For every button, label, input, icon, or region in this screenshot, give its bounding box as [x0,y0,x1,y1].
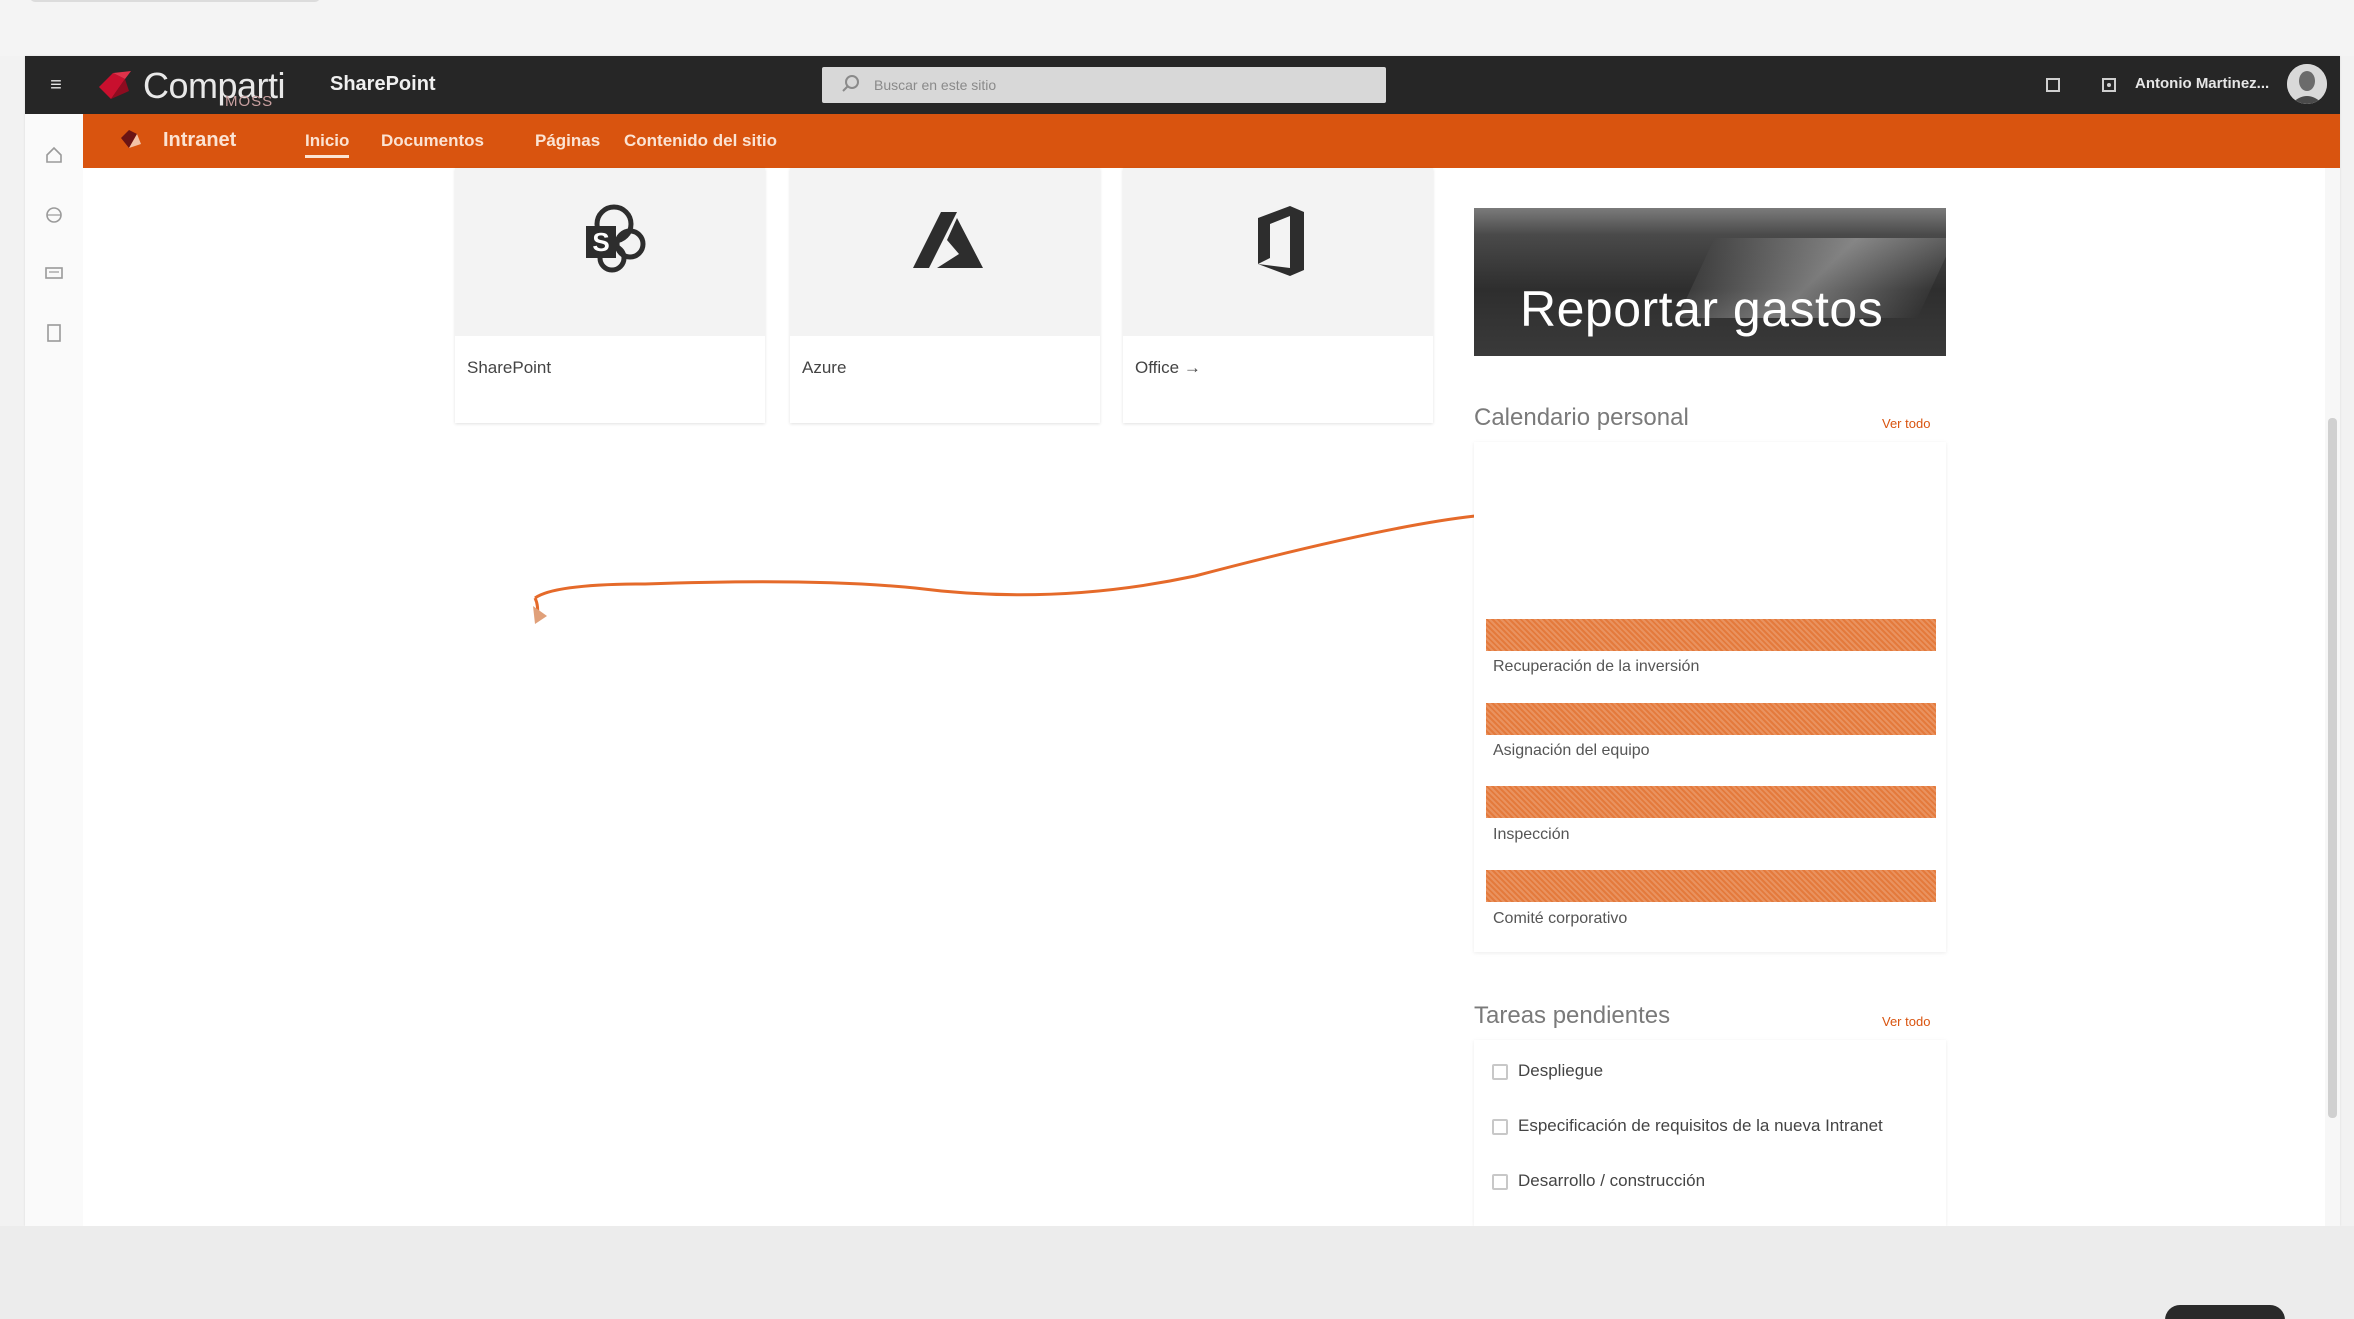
tasks-title: Tareas pendientes [1474,1002,1671,1029]
task-title[interactable]: Desarrollo / construcción [1518,1171,1705,1191]
hub-navigation-bar: Intranet Inicio Documentos Páginas Conte… [83,114,2340,168]
notifications-icon[interactable] [2042,74,2064,96]
browser-tab[interactable] [30,0,320,2]
app-tile-azure[interactable]: Azure [790,168,1100,423]
user-name[interactable]: Antonio Martinez... [2135,75,2269,92]
annotation-stroke [533,514,1513,657]
task-checkbox[interactable] [1492,1174,1508,1190]
event-title[interactable]: Comité corporativo [1493,910,1627,928]
calendar-title: Calendario personal [1474,404,1689,431]
task-title[interactable]: Despliegue [1518,1061,1603,1081]
app-tile-office[interactable]: Office → [1123,168,1433,423]
vertical-scrollbar[interactable] [2325,168,2340,1226]
left-app-bar [25,114,83,1226]
calendar-see-all-link[interactable]: Ver todo [1882,416,1930,431]
event-title[interactable]: Recuperación de la inversión [1493,658,1699,676]
task-title[interactable]: Especificación de requisitos de la nueva… [1518,1116,1883,1136]
cursor-icon [533,606,547,624]
event-title[interactable]: Inspección [1493,826,1570,844]
task-checkbox[interactable] [1492,1119,1508,1135]
globe-icon[interactable] [43,204,65,226]
office-icon [1258,206,1304,276]
report-expenses-banner[interactable]: Reportar gastos [1474,208,1946,356]
sharepoint-window: ≡ Comparti MOSS SharePoint Buscar en est… [25,56,2340,1226]
search-box[interactable]: Buscar en este sitio [822,67,1386,103]
scrollbar-thumb[interactable] [2328,418,2337,1118]
settings-icon[interactable] [2098,74,2120,96]
nav-link-inicio[interactable]: Inicio [305,131,350,158]
user-photo-icon [2287,64,2327,104]
app-tile-sharepoint[interactable]: S SharePoint [455,168,765,423]
hub-site-title[interactable]: Intranet [163,129,236,152]
tasks-see-all-link[interactable]: Ver todo [1882,1014,1930,1029]
event-title[interactable]: Asignación del equipo [1493,742,1650,760]
event-date-bar[interactable] [1486,870,1936,902]
banner-text: Reportar gastos [1520,281,1884,337]
home-icon[interactable] [43,144,65,166]
nav-link-paginas[interactable]: Páginas [535,131,600,151]
browser-top-strip [0,0,2354,56]
azure-icon [913,212,983,268]
files-icon[interactable] [43,322,65,344]
bottom-area [0,1226,2354,1319]
sharepoint-icon: S [586,204,646,273]
avatar[interactable] [2287,64,2327,104]
event-date-bar[interactable] [1486,786,1936,818]
taskbar-button[interactable] [2165,1305,2285,1319]
tile-label: Office → [1135,358,1201,377]
event-date-bar[interactable] [1486,619,1936,651]
intranet-logo-icon [121,130,141,148]
search-icon [842,75,859,92]
search-placeholder: Buscar en este sitio [874,77,997,93]
svg-text:S: S [592,227,609,257]
task-checkbox[interactable] [1492,1064,1508,1080]
logo-subtext: MOSS [225,93,274,110]
app-launcher-icon[interactable]: ≡ [43,72,69,98]
company-logo[interactable]: Comparti MOSS [95,61,315,110]
tile-label: Azure [802,358,847,377]
nav-link-documentos[interactable]: Documentos [381,131,484,151]
logo-mark-icon [99,71,131,99]
suite-bar: ≡ Comparti MOSS SharePoint Buscar en est… [25,56,2340,114]
news-icon[interactable] [43,262,65,284]
event-date-bar[interactable] [1486,703,1936,735]
app-name[interactable]: SharePoint [330,73,436,96]
tile-label: SharePoint [467,358,552,377]
nav-link-contenido-sitio[interactable]: Contenido del sitio [624,131,777,151]
